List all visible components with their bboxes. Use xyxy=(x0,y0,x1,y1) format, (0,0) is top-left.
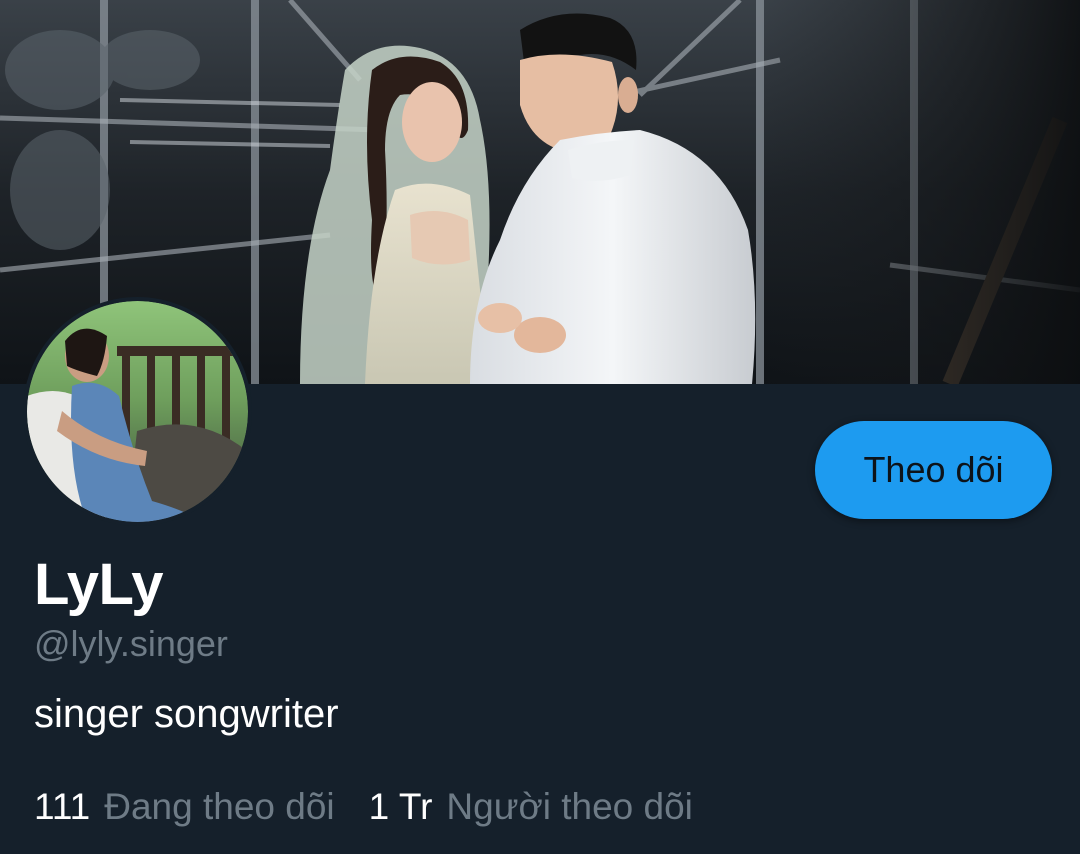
following-label: Đang theo dõi xyxy=(104,786,335,827)
following-count: 111 xyxy=(34,786,91,827)
profile-handle: @lyly.singer xyxy=(34,623,228,664)
followers-stat-link[interactable]: 1 Tr Người theo dõi xyxy=(369,784,693,830)
profile-avatar[interactable] xyxy=(27,301,248,522)
following-stat-link[interactable]: 111 Đang theo dõi xyxy=(34,784,335,830)
follow-button[interactable]: Theo dõi xyxy=(815,421,1052,519)
profile-stats: 111 Đang theo dõi 1 Tr Người theo dõi xyxy=(34,784,693,830)
profile-display-name: LyLy xyxy=(34,552,164,617)
followers-label: Người theo dõi xyxy=(446,786,693,827)
followers-count: 1 Tr xyxy=(368,786,433,827)
profile-bio: singer songwriter xyxy=(34,692,339,736)
profile-page: Theo dõi LyLy @lyly.singer singer songwr… xyxy=(0,0,1080,854)
